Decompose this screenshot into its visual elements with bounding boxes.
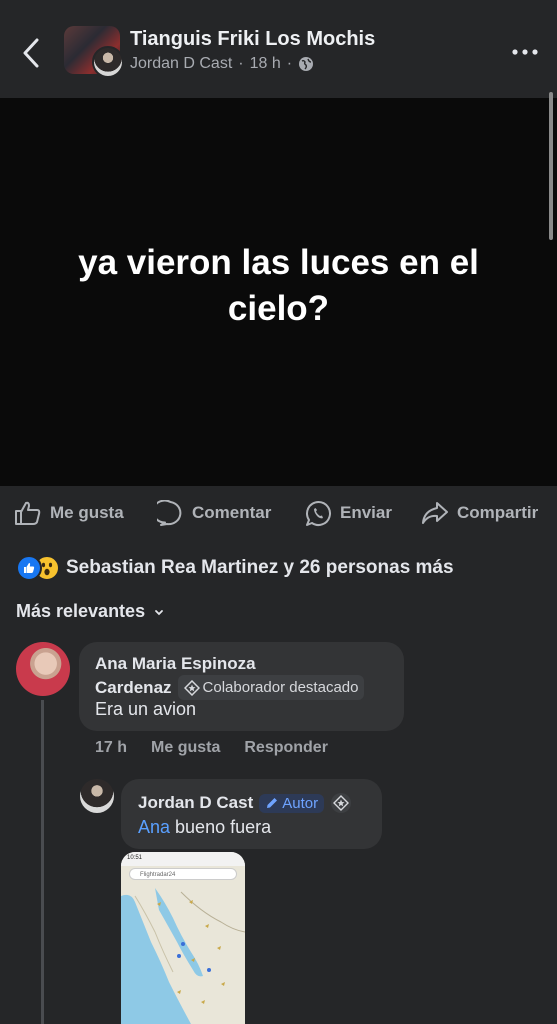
reply-author-name: Jordan D Cast	[138, 793, 254, 812]
mention-link[interactable]: Ana	[138, 817, 170, 837]
share-arrow-icon	[422, 502, 448, 524]
more-dots-icon[interactable]	[510, 42, 540, 62]
pencil-icon	[267, 798, 278, 808]
attached-screenshot[interactable]: 10:51 Flightradar24	[121, 852, 245, 1024]
author-badge: Autor	[259, 793, 325, 813]
star-badge-icon	[183, 679, 200, 696]
like-button[interactable]: Me gusta	[14, 486, 124, 540]
comment-meta: 17 h Me gusta Responder	[95, 739, 352, 757]
action-bar: Me gusta Comentar Enviar Compartir	[0, 486, 557, 540]
sort-label: Más relevantes	[16, 601, 146, 621]
meta-separator: ·	[286, 55, 293, 72]
reactions-text: Sebastian Rea Martinez y 26 personas más	[66, 557, 454, 578]
author-badge-label: Autor	[282, 794, 319, 812]
post-content[interactable]: ya vieron las luces en el cielo?	[0, 98, 557, 486]
badge-label: Colaborador destacado	[202, 679, 359, 696]
post-text: ya vieron las luces en el cielo?	[20, 240, 537, 332]
comment-bubble-icon	[157, 499, 182, 526]
reply-text-body: bueno fuera	[170, 817, 272, 837]
thread-line	[41, 700, 44, 1024]
comment-time: 17 h	[95, 739, 128, 756]
reply-author-line[interactable]: Jordan D Cast Autor	[138, 792, 352, 814]
comment-sort-dropdown[interactable]: Más relevantes	[16, 601, 165, 622]
star-badge-icon	[331, 793, 352, 813]
reactions-summary[interactable]: Sebastian Rea Martinez y 26 personas más	[16, 555, 454, 581]
comment-text: Era un avion	[95, 699, 197, 719]
share-button[interactable]: Compartir	[421, 486, 538, 540]
commenter-avatar[interactable]	[16, 642, 70, 696]
post-text-line: ya vieron las luces en el	[78, 243, 479, 282]
share-label: Compartir	[457, 503, 539, 522]
comment-button[interactable]: Comentar	[157, 486, 271, 540]
map-image	[121, 888, 245, 1024]
commenter-name-cont: Cardenaz	[95, 678, 172, 697]
top-contributor-badge: Colaborador destacado	[177, 675, 365, 700]
like-label: Me gusta	[50, 503, 124, 522]
like-reaction-icon	[16, 555, 42, 581]
back-arrow-icon[interactable]	[18, 36, 46, 70]
scrollbar[interactable]	[549, 92, 553, 240]
commenter-name-line2[interactable]: Cardenaz Colaborador destacado	[95, 675, 365, 700]
globe-icon	[299, 57, 314, 71]
send-label: Enviar	[340, 503, 392, 522]
reply-bubble[interactable]	[121, 779, 382, 849]
comment-label: Comentar	[192, 503, 272, 522]
comment-reply-button[interactable]: Responder	[244, 739, 328, 757]
post-meta: Jordan D Cast · 18 h ·	[130, 55, 314, 73]
meta-separator: ·	[238, 55, 244, 72]
post-time: 18 h	[249, 55, 281, 72]
send-button[interactable]: Enviar	[305, 486, 392, 540]
thumbs-up-icon	[15, 501, 41, 525]
comment-like-button[interactable]: Me gusta	[151, 739, 220, 757]
author-name[interactable]: Jordan D Cast	[130, 55, 232, 73]
whatsapp-icon	[306, 500, 331, 526]
group-name[interactable]: Tianguis Friki Los Mochis	[130, 28, 375, 51]
post-text-line: cielo?	[227, 289, 330, 328]
reply-text: Ana bueno fuera	[138, 817, 271, 838]
reply-author-avatar[interactable]	[80, 779, 114, 813]
chevron-down-icon	[155, 609, 163, 615]
author-avatar[interactable]	[92, 46, 124, 78]
commenter-name[interactable]: Ana Maria Espinoza	[95, 652, 256, 675]
